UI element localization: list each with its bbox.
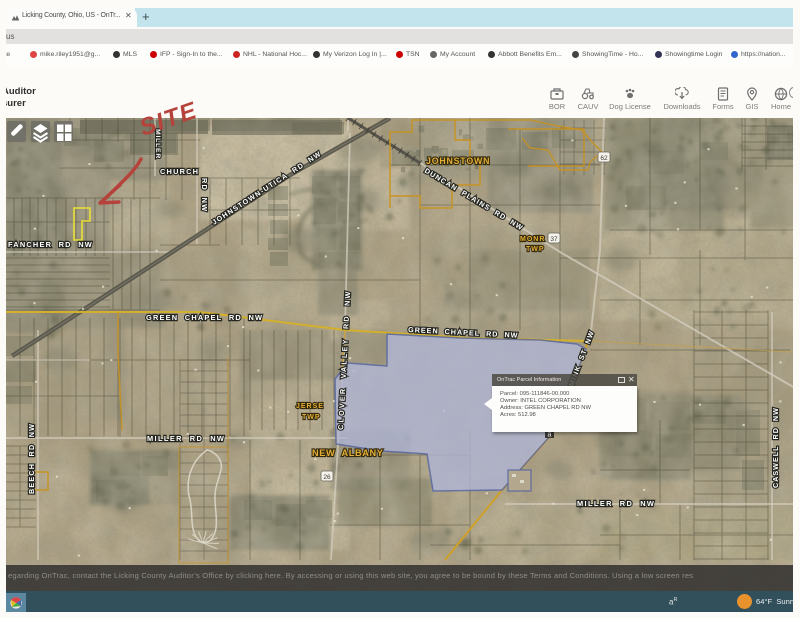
svg-text:MILLER RD NW: MILLER RD NW bbox=[147, 434, 225, 443]
svg-text:TWP: TWP bbox=[526, 246, 545, 253]
svg-text:37: 37 bbox=[550, 236, 558, 243]
svg-text:MONR: MONR bbox=[520, 236, 545, 243]
svg-text:GREEN CHAPEL RD NW: GREEN CHAPEL RD NW bbox=[146, 313, 263, 322]
svg-text:62: 62 bbox=[600, 155, 608, 162]
svg-text:MILLER RD NW: MILLER RD NW bbox=[577, 499, 655, 508]
svg-text:NEW ALBANY: NEW ALBANY bbox=[312, 448, 383, 458]
svg-text:SITE: SITE bbox=[136, 97, 201, 142]
svg-text:JERSE: JERSE bbox=[296, 403, 324, 410]
svg-text:BEECH RD NW: BEECH RD NW bbox=[27, 423, 36, 494]
svg-text:a: a bbox=[548, 432, 552, 439]
svg-text:JOHNSTOWN: JOHNSTOWN bbox=[426, 156, 490, 166]
svg-text:TWP: TWP bbox=[302, 414, 321, 421]
svg-text:FANCHER RD NW: FANCHER RD NW bbox=[8, 240, 93, 249]
svg-text:egarding OnTrac, contact the L: egarding OnTrac, contact the Licking Cou… bbox=[8, 571, 693, 580]
svg-text:CASWELL RD NW: CASWELL RD NW bbox=[771, 407, 780, 488]
svg-text:26: 26 bbox=[323, 474, 331, 481]
